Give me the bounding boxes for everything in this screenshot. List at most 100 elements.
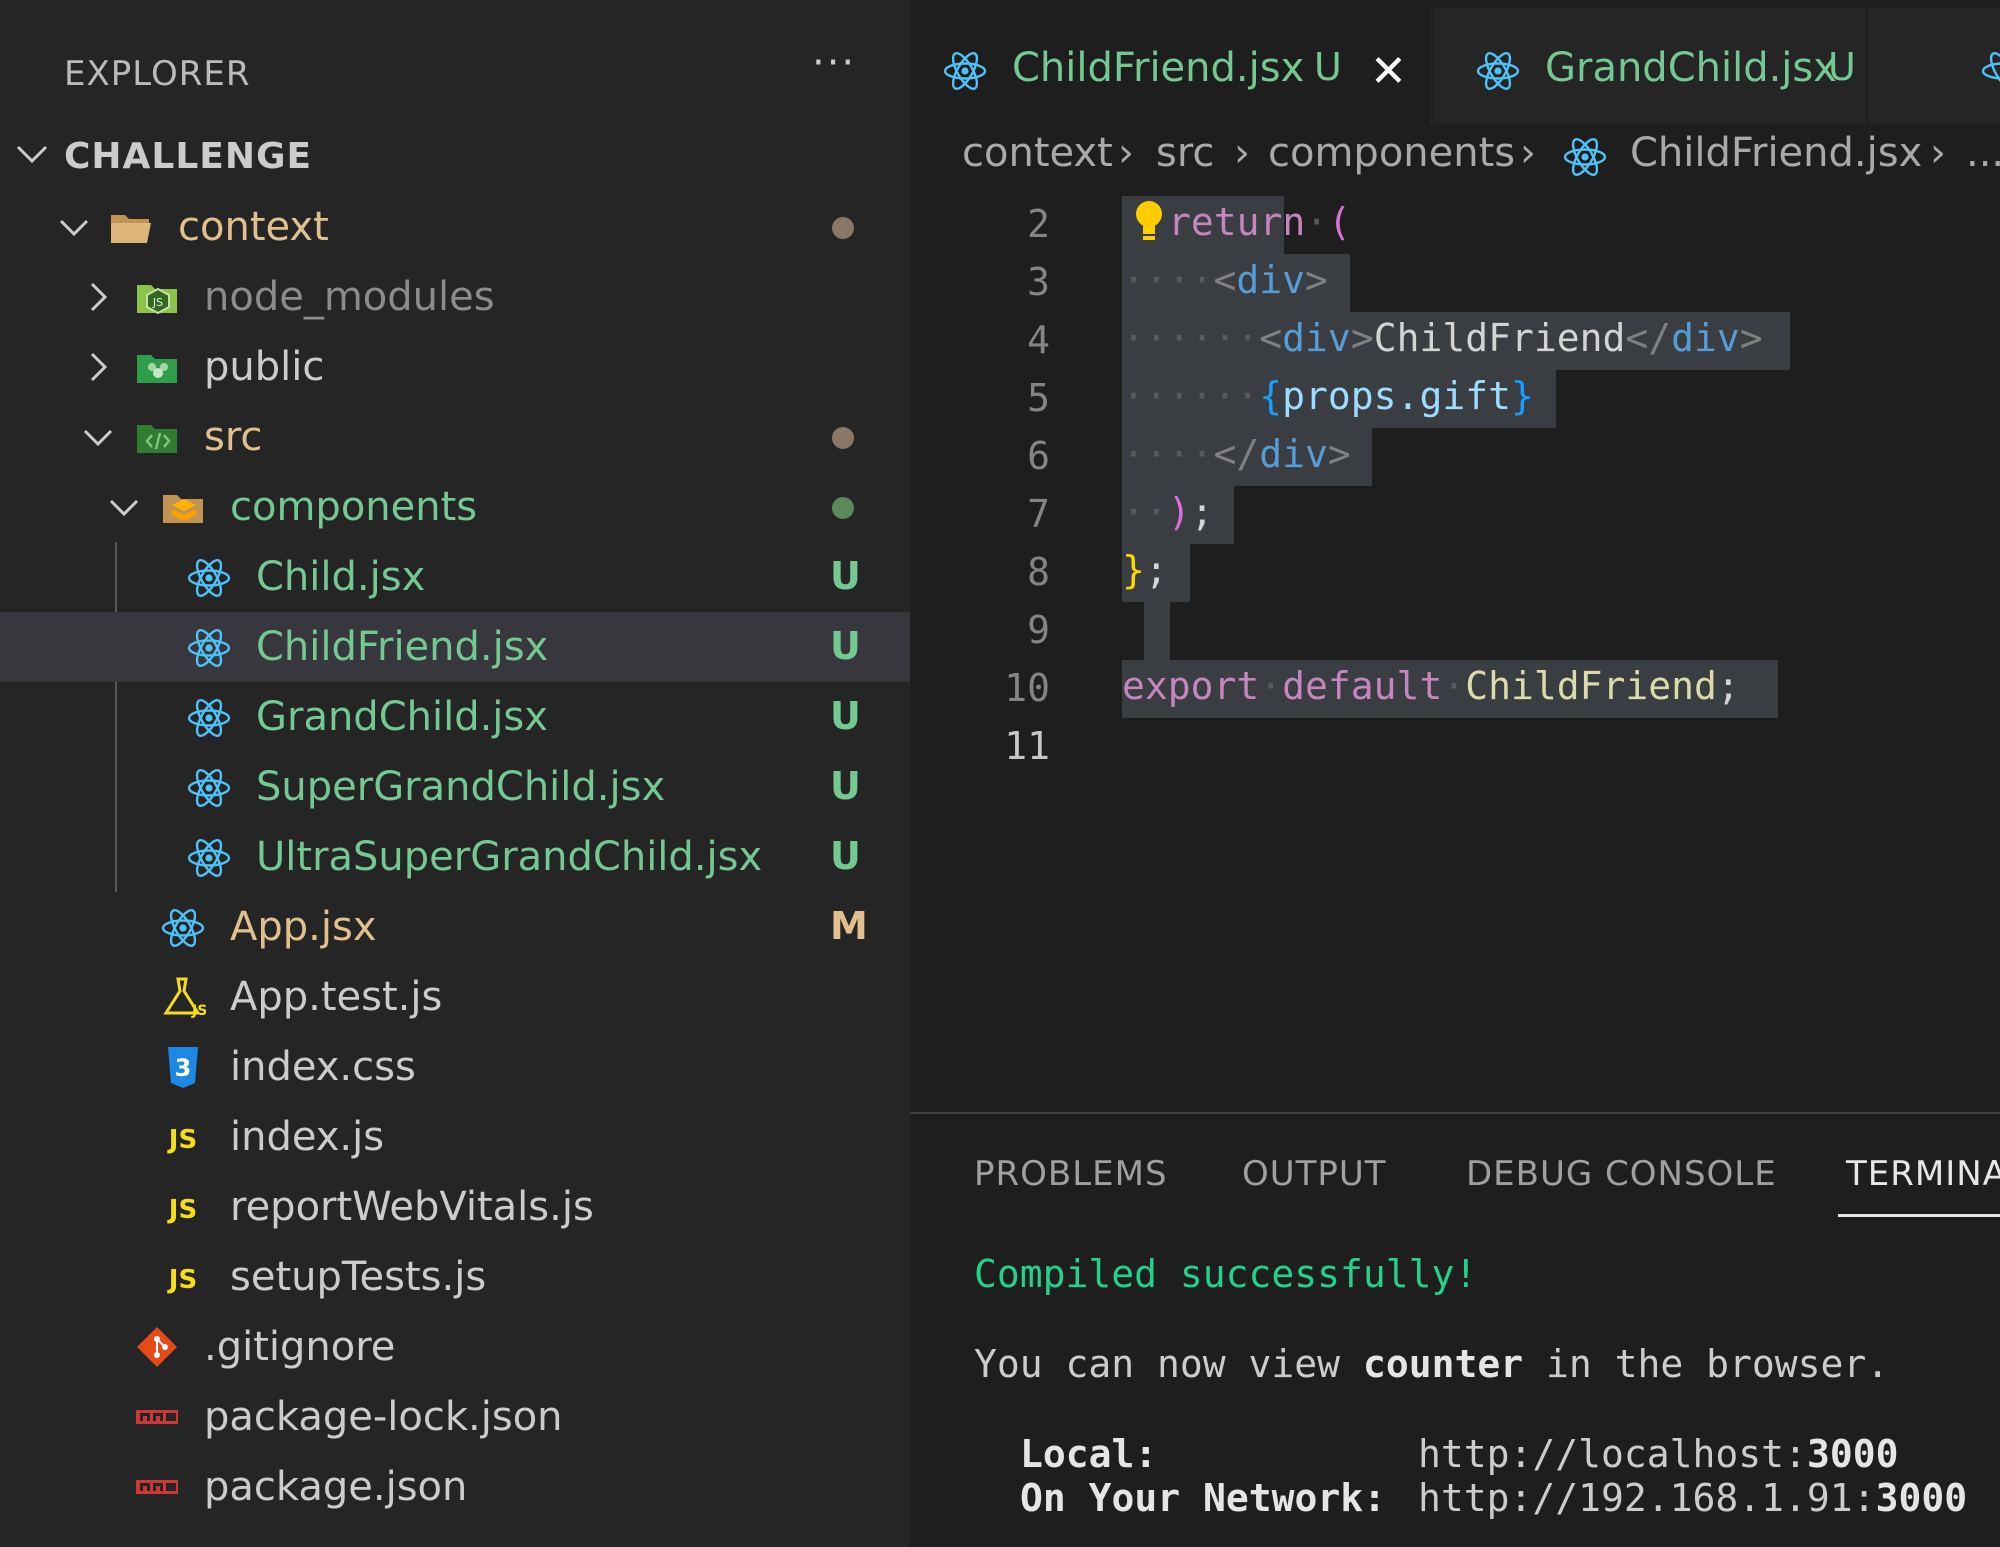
line-number-current: 11 <box>1004 724 1050 768</box>
git-status-badge: U <box>830 834 861 878</box>
tree-item[interactable]: App.jsx M <box>0 892 910 962</box>
code-line: 4 ······<div>ChildFriend</div> <box>910 312 2000 370</box>
react-icon[interactable] <box>1980 48 2000 94</box>
tree-item[interactable]: GrandChild.jsx U <box>0 682 910 752</box>
tree-item[interactable]: JS App.test.js <box>0 962 910 1032</box>
more-actions-icon[interactable]: ··· <box>812 40 856 86</box>
jsx-text: ChildFriend <box>1373 316 1626 360</box>
tree-item[interactable]: ChildFriend.jsx U <box>0 612 910 682</box>
code-line: 8 }; <box>910 544 2000 602</box>
tree-item[interactable]: package.json <box>0 1452 910 1522</box>
tree-item[interactable]: package-lock.json <box>0 1382 910 1452</box>
chevron-down-icon[interactable] <box>56 209 92 245</box>
tree-item[interactable]: 3 index.css <box>0 1032 910 1102</box>
tree-item[interactable]: .gitignore <box>0 1312 910 1382</box>
tree-item[interactable]: components <box>0 472 910 542</box>
terminal-view-line: You can now view counter in the browser. <box>974 1342 1889 1386</box>
svg-text:JS: JS <box>167 1125 197 1155</box>
terminal-network-url[interactable]: http://192.168.1.91: <box>1418 1476 1876 1520</box>
tree-item-label: UltraSuperGrandChild.jsx <box>256 834 763 880</box>
git-status-badge: U <box>830 764 861 808</box>
tree-item[interactable]: src <box>0 402 910 472</box>
tree-item-label: context <box>178 204 329 250</box>
code-line: 7 ··); <box>910 486 2000 544</box>
line-number: 5 <box>1027 376 1050 420</box>
panel-tab-debug-console[interactable]: DEBUG CONSOLE <box>1466 1154 1777 1194</box>
terminal-text: You can now view <box>974 1342 1363 1386</box>
tree-item-label: public <box>204 344 325 390</box>
tag-name: div <box>1236 258 1306 302</box>
tree-item[interactable]: JS setupTests.js <box>0 1242 910 1312</box>
react-icon <box>1476 52 1520 90</box>
chevron-down-icon[interactable] <box>80 419 116 455</box>
terminal-network-label: On Your Network: <box>1020 1476 1387 1520</box>
breadcrumb-item-src[interactable]: src <box>1156 130 1214 176</box>
brace: { <box>1259 374 1283 418</box>
keyword: return <box>1168 200 1306 244</box>
breadcrumb-item-file[interactable]: ChildFriend.jsx <box>1630 130 1922 176</box>
chevron-right-icon[interactable] <box>80 279 116 315</box>
chevron-down-icon[interactable] <box>106 489 142 525</box>
workspace-title: CHALLENGE <box>64 136 313 177</box>
tree-item[interactable]: public <box>0 332 910 402</box>
line-number: 3 <box>1027 260 1050 304</box>
react-icon <box>186 765 232 809</box>
svg-text:3: 3 <box>175 1054 192 1082</box>
tree-item-label: GrandChild.jsx <box>256 694 548 740</box>
tree-item[interactable]: UltraSuperGrandChild.jsx U <box>0 822 910 892</box>
line-number: 6 <box>1027 434 1050 478</box>
panel-tab-problems[interactable]: PROBLEMS <box>974 1154 1168 1194</box>
breadcrumb-item-components[interactable]: components <box>1268 130 1515 176</box>
terminal-network-line: On Your Network: http://192.168.1.91:3000 <box>1020 1476 1967 1520</box>
tree-item-label: src <box>204 414 263 460</box>
panel-tab-terminal[interactable]: TERMINA <box>1846 1154 2000 1194</box>
lightbulb-icon[interactable] <box>1132 196 1166 248</box>
folder-open-icon <box>108 205 154 249</box>
breadcrumb-item-context[interactable]: context <box>962 130 1113 176</box>
code-line: 3 ····<div> <box>910 254 2000 312</box>
explorer-header: EXPLORER ··· <box>0 10 910 120</box>
terminal-local-line: Local: http://localhost:3000 <box>1020 1432 1898 1476</box>
react-icon <box>1563 138 1607 176</box>
code-line: 5 ······{props.gift} <box>910 370 2000 428</box>
tree-item[interactable]: context <box>0 192 910 262</box>
react-icon <box>943 52 987 90</box>
tree-item[interactable]: SuperGrandChild.jsx U <box>0 752 910 822</box>
identifier: ChildFriend <box>1465 664 1717 708</box>
tree-item[interactable]: Child.jsx U <box>0 542 910 612</box>
tree-item[interactable]: JS index.js <box>0 1102 910 1172</box>
line-number: 2 <box>1027 202 1050 246</box>
close-icon[interactable]: ✕ <box>1370 46 1407 97</box>
selection-highlight <box>1144 602 1170 660</box>
git-status-badge: U <box>830 694 861 738</box>
test-js-icon: JS <box>160 975 207 1019</box>
brace: } <box>1122 548 1145 592</box>
workspace-section-header[interactable]: CHALLENGE <box>0 120 910 192</box>
tab-childfriend[interactable]: ChildFriend.jsx U ✕ <box>910 8 1430 124</box>
code-editor[interactable]: 2 return·( 3 ····<div> 4 ······<div>Chil… <box>910 196 2000 1096</box>
tab-git-badge: U <box>1314 45 1342 89</box>
breadcrumb-more[interactable]: ... <box>1966 130 2000 176</box>
panel-tab-output[interactable]: OUTPUT <box>1242 1154 1387 1194</box>
nodejs-folder-icon: JS <box>134 275 180 319</box>
tree-item[interactable]: JS node_modules <box>0 262 910 332</box>
tree-item[interactable]: JS reportWebVitals.js <box>0 1172 910 1242</box>
svg-text:JS: JS <box>191 1003 206 1019</box>
tree-item-label: components <box>230 484 478 530</box>
react-icon <box>186 835 232 879</box>
git-status-badge: U <box>830 624 861 668</box>
tab-grandchild[interactable]: GrandChild.jsx U <box>1432 8 1864 124</box>
code-line: 9 <box>910 602 2000 660</box>
expression: props.gift <box>1282 374 1511 418</box>
tree-item-label: reportWebVitals.js <box>230 1184 594 1230</box>
tag-name: div <box>1282 316 1351 360</box>
bottom-panel: PROBLEMS OUTPUT DEBUG CONSOLE TERMINA Co… <box>910 1112 2000 1547</box>
chevron-right-icon[interactable] <box>80 349 116 385</box>
terminal-local-url[interactable]: http://localhost: <box>1418 1432 1807 1476</box>
tree-item-label: setupTests.js <box>230 1254 487 1300</box>
terminal-compiled-line: Compiled successfully! <box>974 1252 1478 1296</box>
line-number: 9 <box>1027 608 1050 652</box>
tab-divider <box>1866 8 1868 124</box>
line-number: 4 <box>1027 318 1050 362</box>
tag-bracket: > <box>1305 258 1328 302</box>
